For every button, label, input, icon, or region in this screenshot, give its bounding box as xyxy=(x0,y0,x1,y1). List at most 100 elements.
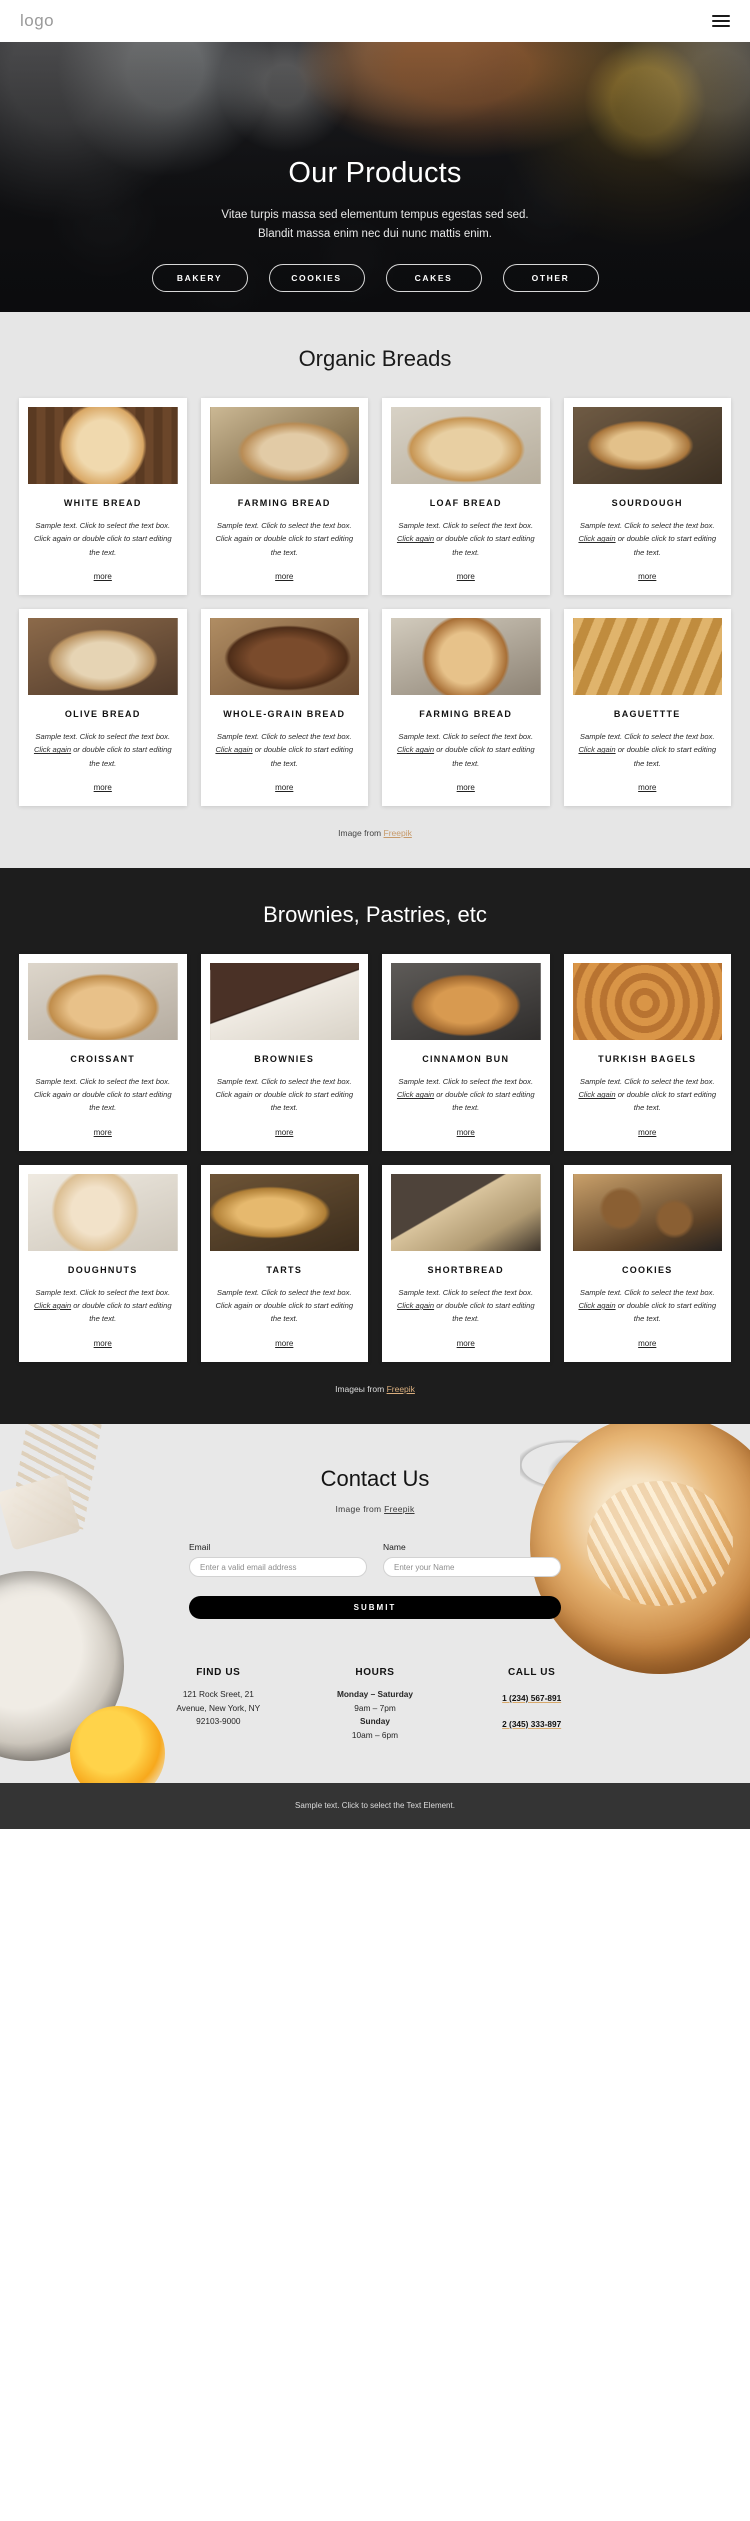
more-link[interactable]: more xyxy=(275,1339,293,1348)
phone-link[interactable]: 2 (345) 333-897 xyxy=(502,1719,561,1729)
product-card[interactable]: FARMING BREAD Sample text. Click to selec… xyxy=(200,398,368,595)
more-link[interactable]: more xyxy=(275,572,293,581)
description-inline-link[interactable]: Click again xyxy=(34,745,71,754)
product-card[interactable]: CROISSANT Sample text. Click to select th… xyxy=(19,953,187,1151)
product-image xyxy=(28,407,178,484)
hero-subtitle-line-1: Vitae turpis massa sed elementum tempus … xyxy=(221,209,529,221)
product-image xyxy=(209,407,359,484)
more-link[interactable]: more xyxy=(638,1128,656,1137)
product-card[interactable]: CINNAMON BUN Sample text. Click to select… xyxy=(382,953,550,1151)
description-inline-link[interactable]: Click again xyxy=(578,745,615,754)
freepik-link[interactable]: Freepik xyxy=(384,1504,414,1514)
more-link[interactable]: more xyxy=(275,783,293,792)
phone-link[interactable]: 1 (234) 567-891 xyxy=(502,1693,561,1703)
description-inline-link[interactable]: Click again xyxy=(215,745,252,754)
product-description: Sample text. Click to select the text bo… xyxy=(28,1075,178,1115)
product-title: DOUGHNUTS xyxy=(67,1264,138,1275)
logo[interactable]: logo xyxy=(20,11,54,31)
description-inline-link[interactable]: Click again xyxy=(34,1301,71,1310)
pastry-card-grid-row-1: CROISSANT Sample text. Click to select th… xyxy=(19,953,731,1151)
description-inline-link: Click again xyxy=(215,1090,253,1100)
pastry-card-grid-row-2: DOUGHNUTS Sample text. Click to select th… xyxy=(19,1164,731,1362)
product-image xyxy=(391,407,541,484)
product-title: CINNAMON BUN xyxy=(422,1053,510,1064)
product-card[interactable]: OLIVE BREAD Sample text. Click to select … xyxy=(19,608,187,806)
contact-info-columns: FIND US 121 Rock Sreet, 21 Avenue, New Yor… xyxy=(140,1667,610,1743)
description-part-2: or double click to start editing the tex… xyxy=(434,1090,535,1113)
product-card[interactable]: WHOLE-GRAIN BREAD Sample text. Click to s… xyxy=(200,608,368,806)
description-inline-link[interactable]: Click again xyxy=(397,534,434,543)
info-line: 9am – 7pm xyxy=(354,1702,396,1713)
submit-button[interactable]: SUBMIT xyxy=(189,1596,561,1620)
page-title: Our Products xyxy=(288,157,462,189)
more-link[interactable]: more xyxy=(638,572,656,581)
email-input[interactable] xyxy=(189,1557,367,1578)
more-link[interactable]: more xyxy=(638,783,656,792)
product-title: FARMING BREAD xyxy=(419,708,513,719)
description-part-2: or double click to start editing the tex… xyxy=(615,1301,717,1324)
bread-card-grid-row-1: WHITE BREAD Sample text. Click to select … xyxy=(19,398,731,595)
more-link[interactable]: more xyxy=(94,572,112,581)
product-card[interactable]: COOKIES Sample text. Click to select the … xyxy=(563,1164,731,1362)
category-button-cakes[interactable]: CAKES xyxy=(385,263,482,292)
bread-card-grid-row-2: OLIVE BREAD Sample text. Click to select … xyxy=(19,608,731,806)
name-input[interactable] xyxy=(383,1557,561,1578)
more-link[interactable]: more xyxy=(94,783,112,792)
organic-breads-section: Organic Breads WHITE BREAD Sample text. C… xyxy=(0,312,750,868)
description-inline-link: Click again xyxy=(33,1090,72,1100)
product-card[interactable]: LOAF BREAD Sample text. Click to select t… xyxy=(382,398,550,595)
description-inline-link[interactable]: Click again xyxy=(578,534,615,543)
category-button-other[interactable]: OTHER xyxy=(502,263,599,292)
description-part-2: or double click to start editing the tex… xyxy=(71,745,172,768)
description-inline-link[interactable]: Click again xyxy=(578,1090,615,1099)
pastries-image-credit: Imageы from Freepik xyxy=(0,1384,750,1394)
more-link[interactable]: more xyxy=(638,1339,656,1348)
product-card[interactable]: BROWNIES Sample text. Click to select the… xyxy=(200,953,368,1151)
hamburger-icon[interactable] xyxy=(712,12,730,30)
more-link[interactable]: more xyxy=(275,1128,293,1137)
product-card[interactable]: DOUGHNUTS Sample text. Click to select th… xyxy=(19,1164,187,1362)
description-part-1: Sample text. Click to select the text bo… xyxy=(216,1287,352,1297)
product-title: SOURDOUGH xyxy=(611,498,683,508)
product-description: Sample text. Click to select the text bo… xyxy=(210,519,360,559)
description-part-1: Sample text. Click to select the text bo… xyxy=(579,521,715,531)
product-card[interactable]: TURKISH BAGELS Sample text. Click to sele… xyxy=(563,953,731,1151)
product-card[interactable]: BAGUETTTE Sample text. Click to select th… xyxy=(563,608,731,806)
product-description: Sample text. Click to select the text bo… xyxy=(28,730,178,770)
name-field-group: Name xyxy=(383,1542,561,1578)
product-card[interactable]: FARMING BREAD Sample text. Click to selec… xyxy=(382,608,550,806)
more-link[interactable]: more xyxy=(94,1339,112,1348)
product-image xyxy=(28,617,178,695)
more-link[interactable]: more xyxy=(457,1128,475,1137)
more-link[interactable]: more xyxy=(457,1339,475,1348)
description-inline-link[interactable]: Click again xyxy=(397,745,434,754)
credit-prefix: Image from xyxy=(335,1503,385,1514)
product-image xyxy=(28,1173,178,1251)
product-title: TURKISH BAGELS xyxy=(598,1053,697,1064)
contact-form: Email Name SUBMIT xyxy=(189,1542,561,1620)
description-part-1: Sample text. Click to select the text bo… xyxy=(216,731,352,741)
freepik-link[interactable]: Freepik xyxy=(387,1384,415,1394)
more-link[interactable]: more xyxy=(457,783,475,792)
product-card[interactable]: TARTS Sample text. Click to select the te… xyxy=(200,1164,368,1362)
freepik-link[interactable]: Freepik xyxy=(384,828,412,838)
description-part-2: or double click to start editing the tex… xyxy=(252,745,354,768)
more-link[interactable]: more xyxy=(457,572,475,581)
description-part-1: Sample text. Click to select the text bo… xyxy=(579,731,715,741)
description-part-2: or double click to start editing the tex… xyxy=(71,1301,172,1324)
product-image xyxy=(209,617,359,695)
more-link[interactable]: more xyxy=(94,1128,112,1137)
category-button-bakery[interactable]: BAKERY xyxy=(151,263,248,292)
description-inline-link[interactable]: Click again xyxy=(397,1090,434,1099)
description-part-2: or double click to start editing the tex… xyxy=(434,1301,535,1324)
contact-section: Contact Us Image from Freepik Email Name… xyxy=(0,1423,750,1783)
description-part-2: or double click to start editing the tex… xyxy=(252,1090,354,1113)
product-card[interactable]: WHITE BREAD Sample text. Click to select … xyxy=(19,398,187,595)
category-button-cookies[interactable]: COOKIES xyxy=(268,263,365,292)
product-card[interactable]: SHORTBREAD Sample text. Click to select t… xyxy=(382,1164,550,1362)
description-inline-link[interactable]: Click again xyxy=(397,1301,434,1310)
product-card[interactable]: SOURDOUGH Sample text. Click to select th… xyxy=(563,398,731,595)
product-description: Sample text. Click to select the text bo… xyxy=(391,1286,541,1326)
description-inline-link[interactable]: Click again xyxy=(578,1301,615,1310)
product-description: Sample text. Click to select the text bo… xyxy=(573,730,723,770)
